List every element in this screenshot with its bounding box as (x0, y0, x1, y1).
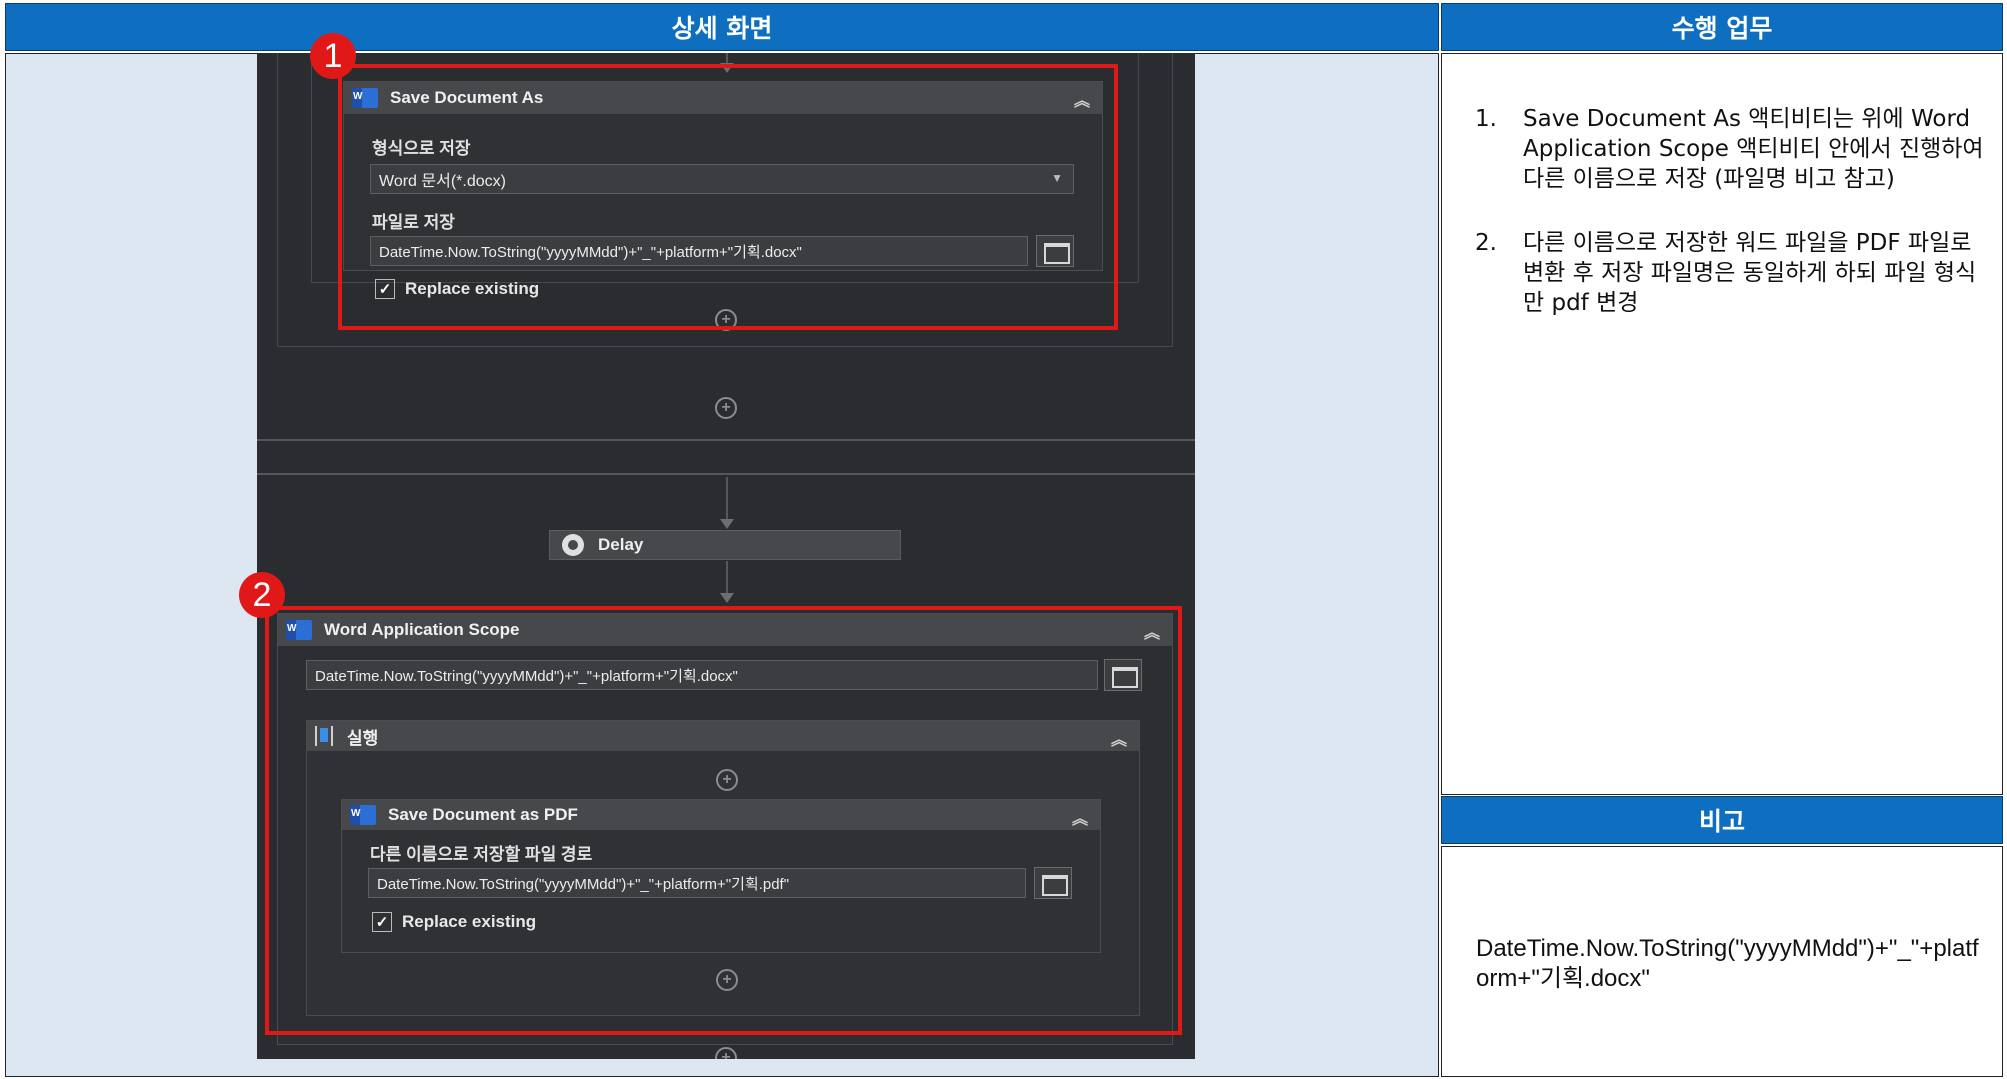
highlight-box-1 (338, 64, 1118, 330)
highlight-box-2 (265, 606, 1182, 1035)
detail-screen-header: 상세 화면 (5, 3, 1439, 51)
section-divider (257, 473, 1195, 475)
list-item: 1. Save Document As 액티비티는 위에 Word Applic… (1475, 104, 1985, 194)
delay-activity[interactable]: Delay (549, 530, 901, 560)
connector-arrow (720, 519, 734, 529)
add-activity-icon[interactable]: + (715, 1047, 737, 1059)
note-text: DateTime.Now.ToString("yyyyMMdd")+"_"+pl… (1476, 935, 1979, 992)
task-header: 수행 업무 (1441, 3, 2003, 51)
list-item: 2. 다른 이름으로 저장한 워드 파일을 PDF 파일로 변환 후 저장 파일… (1475, 228, 1985, 318)
note-header: 비고 (1441, 796, 2003, 844)
step-badge-2: 2 (239, 572, 285, 618)
connector-line (726, 477, 728, 523)
list-item-number: 2. (1475, 230, 1497, 256)
connector-arrow (720, 593, 734, 603)
list-item-text: Save Document As 액티비티는 위에 Word Applicati… (1523, 106, 1984, 192)
section-divider (257, 439, 1195, 441)
delay-label: Delay (598, 535, 644, 554)
step-badge-1: 1 (310, 33, 356, 79)
list-item-text: 다른 이름으로 저장한 워드 파일을 PDF 파일로 변환 후 저장 파일명은 … (1523, 230, 1977, 316)
clock-icon (562, 534, 584, 556)
task-description-list: 1. Save Document As 액티비티는 위에 Word Applic… (1475, 104, 1985, 352)
list-item-number: 1. (1475, 106, 1497, 132)
add-activity-icon[interactable]: + (715, 397, 737, 419)
